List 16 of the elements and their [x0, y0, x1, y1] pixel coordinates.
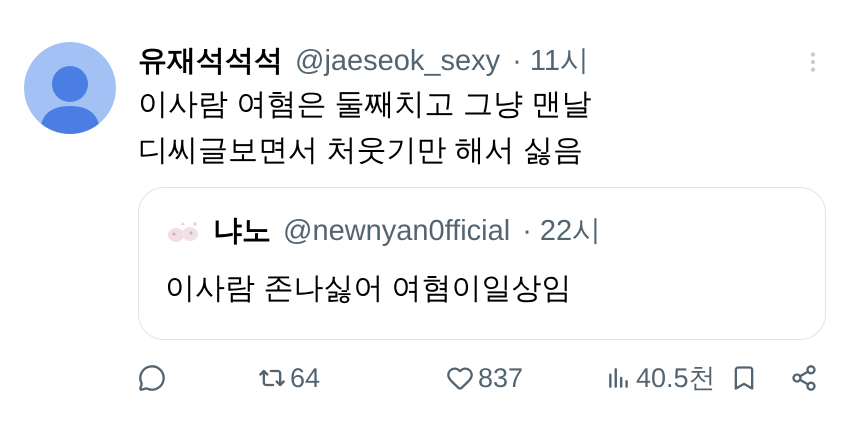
- share-icon[interactable]: [790, 364, 818, 392]
- reply-icon[interactable]: [138, 364, 166, 392]
- action-count: 837: [478, 364, 524, 392]
- post-time: · 11시: [512, 44, 589, 80]
- person-icon: [40, 64, 100, 134]
- tweet-text: 디씨글보면서 처웃기만 해서 싫음: [138, 133, 584, 169]
- post-time: · 22시: [522, 214, 602, 249]
- action-count: 40.5천: [636, 364, 716, 392]
- quote-text: 이사람 존나싫어 여혐이일상임: [165, 270, 573, 306]
- quote-card[interactable]: 냐노 @newnyan0fficial · 22시 이사람 존나싫어 여혐이일상임: [138, 187, 826, 340]
- display-name: 유재석석석: [138, 44, 283, 80]
- user-handle: @newnyan0fficial: [283, 214, 510, 249]
- user-handle[interactable]: @jaeseok_sexy: [295, 40, 500, 84]
- display-name: 냐노: [213, 214, 271, 249]
- action-count: 64: [290, 364, 320, 392]
- tweet-text: 이사람 여혐은 둘째치고 그냥 맨날: [138, 87, 592, 123]
